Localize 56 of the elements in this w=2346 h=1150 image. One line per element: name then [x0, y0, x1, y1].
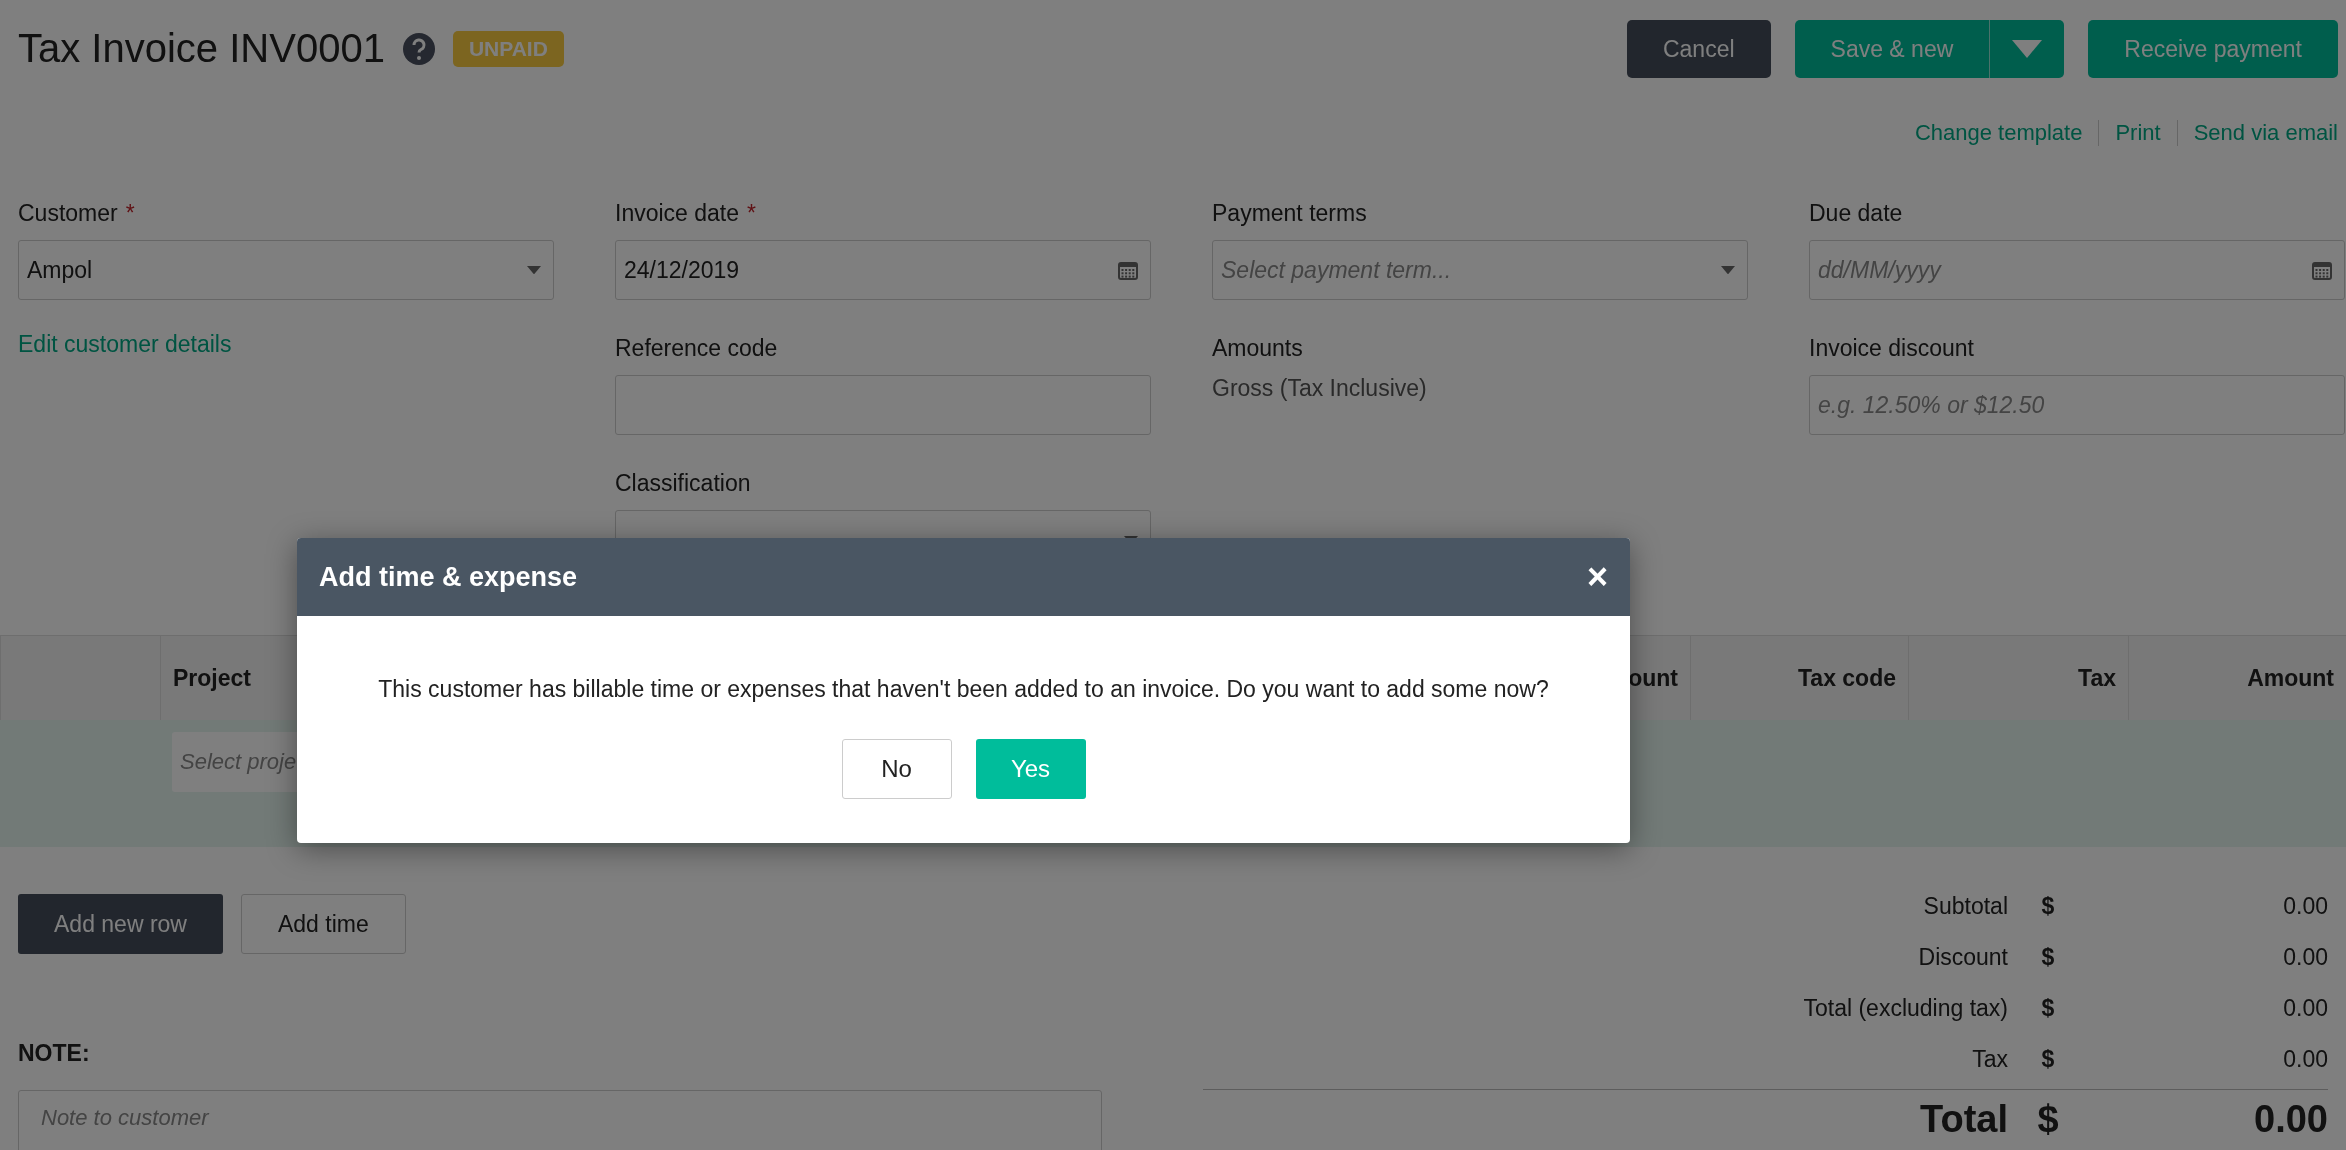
required-mark: * [125, 200, 135, 226]
modal-title: Add time & expense [319, 561, 578, 593]
header-link[interactable]: Change template [1898, 120, 2099, 146]
note-label: NOTE: [18, 1040, 91, 1067]
receive-payment-button[interactable]: Receive payment [2088, 20, 2338, 78]
date-field[interactable]: 24/12/2019 [615, 240, 1151, 300]
select-field[interactable]: Ampol [18, 240, 554, 300]
currency-symbol: $ [2036, 1098, 2060, 1141]
input-field[interactable] [615, 375, 1151, 435]
total-label: Subtotal [1922, 893, 2008, 920]
currency-symbol: $ [2040, 893, 2056, 920]
total-value: 0.00 [2253, 1098, 2328, 1141]
page-title: Tax Invoice INV0001 [18, 26, 385, 71]
edit-customer-link[interactable]: Edit customer details [18, 331, 554, 358]
total-label: Tax [1971, 1046, 2008, 1073]
caret-icon [527, 265, 541, 275]
select-field[interactable]: Select payment term... [1212, 240, 1748, 300]
currency-symbol: $ [2040, 995, 2056, 1022]
calendar-icon[interactable] [1118, 260, 1138, 280]
total-value: 0.00 [2282, 1046, 2328, 1073]
calendar-icon[interactable] [2312, 260, 2332, 280]
total-value: 0.00 [2282, 893, 2328, 920]
caret-icon [1721, 265, 1735, 275]
save-new-button[interactable]: Save & new [1794, 20, 1991, 78]
input-field[interactable]: e.g. 12.50% or $12.50 [1809, 375, 2345, 435]
confirm-button[interactable]: Yes [975, 739, 1086, 799]
decline-button[interactable]: No [841, 739, 952, 799]
field-label: Customer * [18, 200, 136, 227]
header-link[interactable]: Send via email [2176, 120, 2338, 146]
total-label: Total [1919, 1098, 2008, 1141]
note-field[interactable]: Note to customer [18, 1090, 1102, 1150]
date-field[interactable]: dd/MM/yyyy [1809, 240, 2345, 300]
required-mark: * [747, 200, 756, 226]
add-time-button[interactable]: Add time [240, 894, 406, 954]
field-label: Classification [615, 470, 752, 497]
header-link[interactable]: Print [2098, 120, 2177, 146]
field-label: Amounts [1212, 335, 1304, 362]
field-label: Invoice discount [1809, 335, 1975, 362]
field-label: Due date [1809, 200, 1904, 227]
field-label: Reference code [615, 335, 779, 362]
total-value: 0.00 [2282, 995, 2328, 1022]
help-icon[interactable] [402, 32, 435, 65]
currency-symbol: $ [2040, 1046, 2056, 1073]
save-new-split-button[interactable]: Save & new [1794, 20, 2065, 78]
status-badge: UNPAID [452, 30, 564, 67]
field-label: Invoice date * [615, 200, 757, 227]
caret-icon [2012, 40, 2043, 58]
currency-symbol: $ [2040, 944, 2056, 971]
add-row-button[interactable]: Add new row [18, 894, 223, 954]
total-label: Discount [1917, 944, 2008, 971]
total-label: Total (excluding tax) [1802, 995, 2008, 1022]
close-button[interactable]: × [1586, 556, 1608, 598]
total-value: 0.00 [2282, 944, 2328, 971]
field-label: Payment terms [1212, 200, 1368, 227]
cancel-button[interactable]: Cancel [1626, 20, 1771, 78]
field-value: Gross (Tax Inclusive) [1212, 375, 1428, 402]
